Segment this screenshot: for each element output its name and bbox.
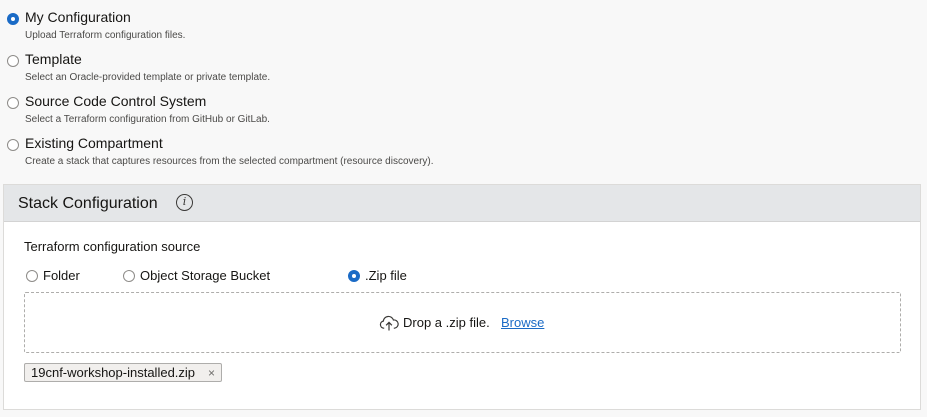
origin-description: Create a stack that captures resources f… <box>25 156 434 167</box>
panel-header: Stack Configuration i <box>4 185 920 222</box>
radio-my-configuration[interactable] <box>7 13 19 25</box>
zip-dropzone[interactable]: Drop a .zip file. Browse <box>24 292 901 353</box>
origin-label: Template <box>25 51 82 67</box>
stack-configuration-panel: Stack Configuration i Terraform configur… <box>3 184 921 410</box>
origin-label: Existing Compartment <box>25 135 163 151</box>
origin-description: Upload Terraform configuration files. <box>25 30 186 41</box>
source-option-label: .Zip file <box>365 268 407 283</box>
radio-zip-file[interactable] <box>348 270 360 282</box>
browse-link[interactable]: Browse <box>501 315 544 330</box>
uploaded-file-chip: 19cnf-workshop-installed.zip × <box>24 363 223 382</box>
source-label: Terraform configuration source <box>24 239 201 254</box>
radio-source-code-control[interactable] <box>7 97 19 109</box>
cloud-upload-icon <box>379 315 399 331</box>
origin-label: Source Code Control System <box>25 93 207 109</box>
dropzone-text: Drop a .zip file. <box>403 315 490 330</box>
source-option-label: Object Storage Bucket <box>140 268 271 283</box>
remove-file-icon[interactable]: × <box>208 364 215 382</box>
source-option-label: Folder <box>43 268 80 283</box>
origin-description: Select a Terraform configuration from Gi… <box>25 114 270 125</box>
radio-object-storage[interactable] <box>123 270 135 282</box>
radio-template[interactable] <box>7 55 19 67</box>
info-icon[interactable]: i <box>176 194 193 211</box>
uploaded-file-name: 19cnf-workshop-installed.zip <box>31 365 196 380</box>
origin-label: My Configuration <box>25 9 131 25</box>
radio-existing-compartment[interactable] <box>7 139 19 151</box>
origin-description: Select an Oracle-provided template or pr… <box>25 72 271 83</box>
panel-title: Stack Configuration <box>18 195 158 212</box>
radio-folder[interactable] <box>26 270 38 282</box>
